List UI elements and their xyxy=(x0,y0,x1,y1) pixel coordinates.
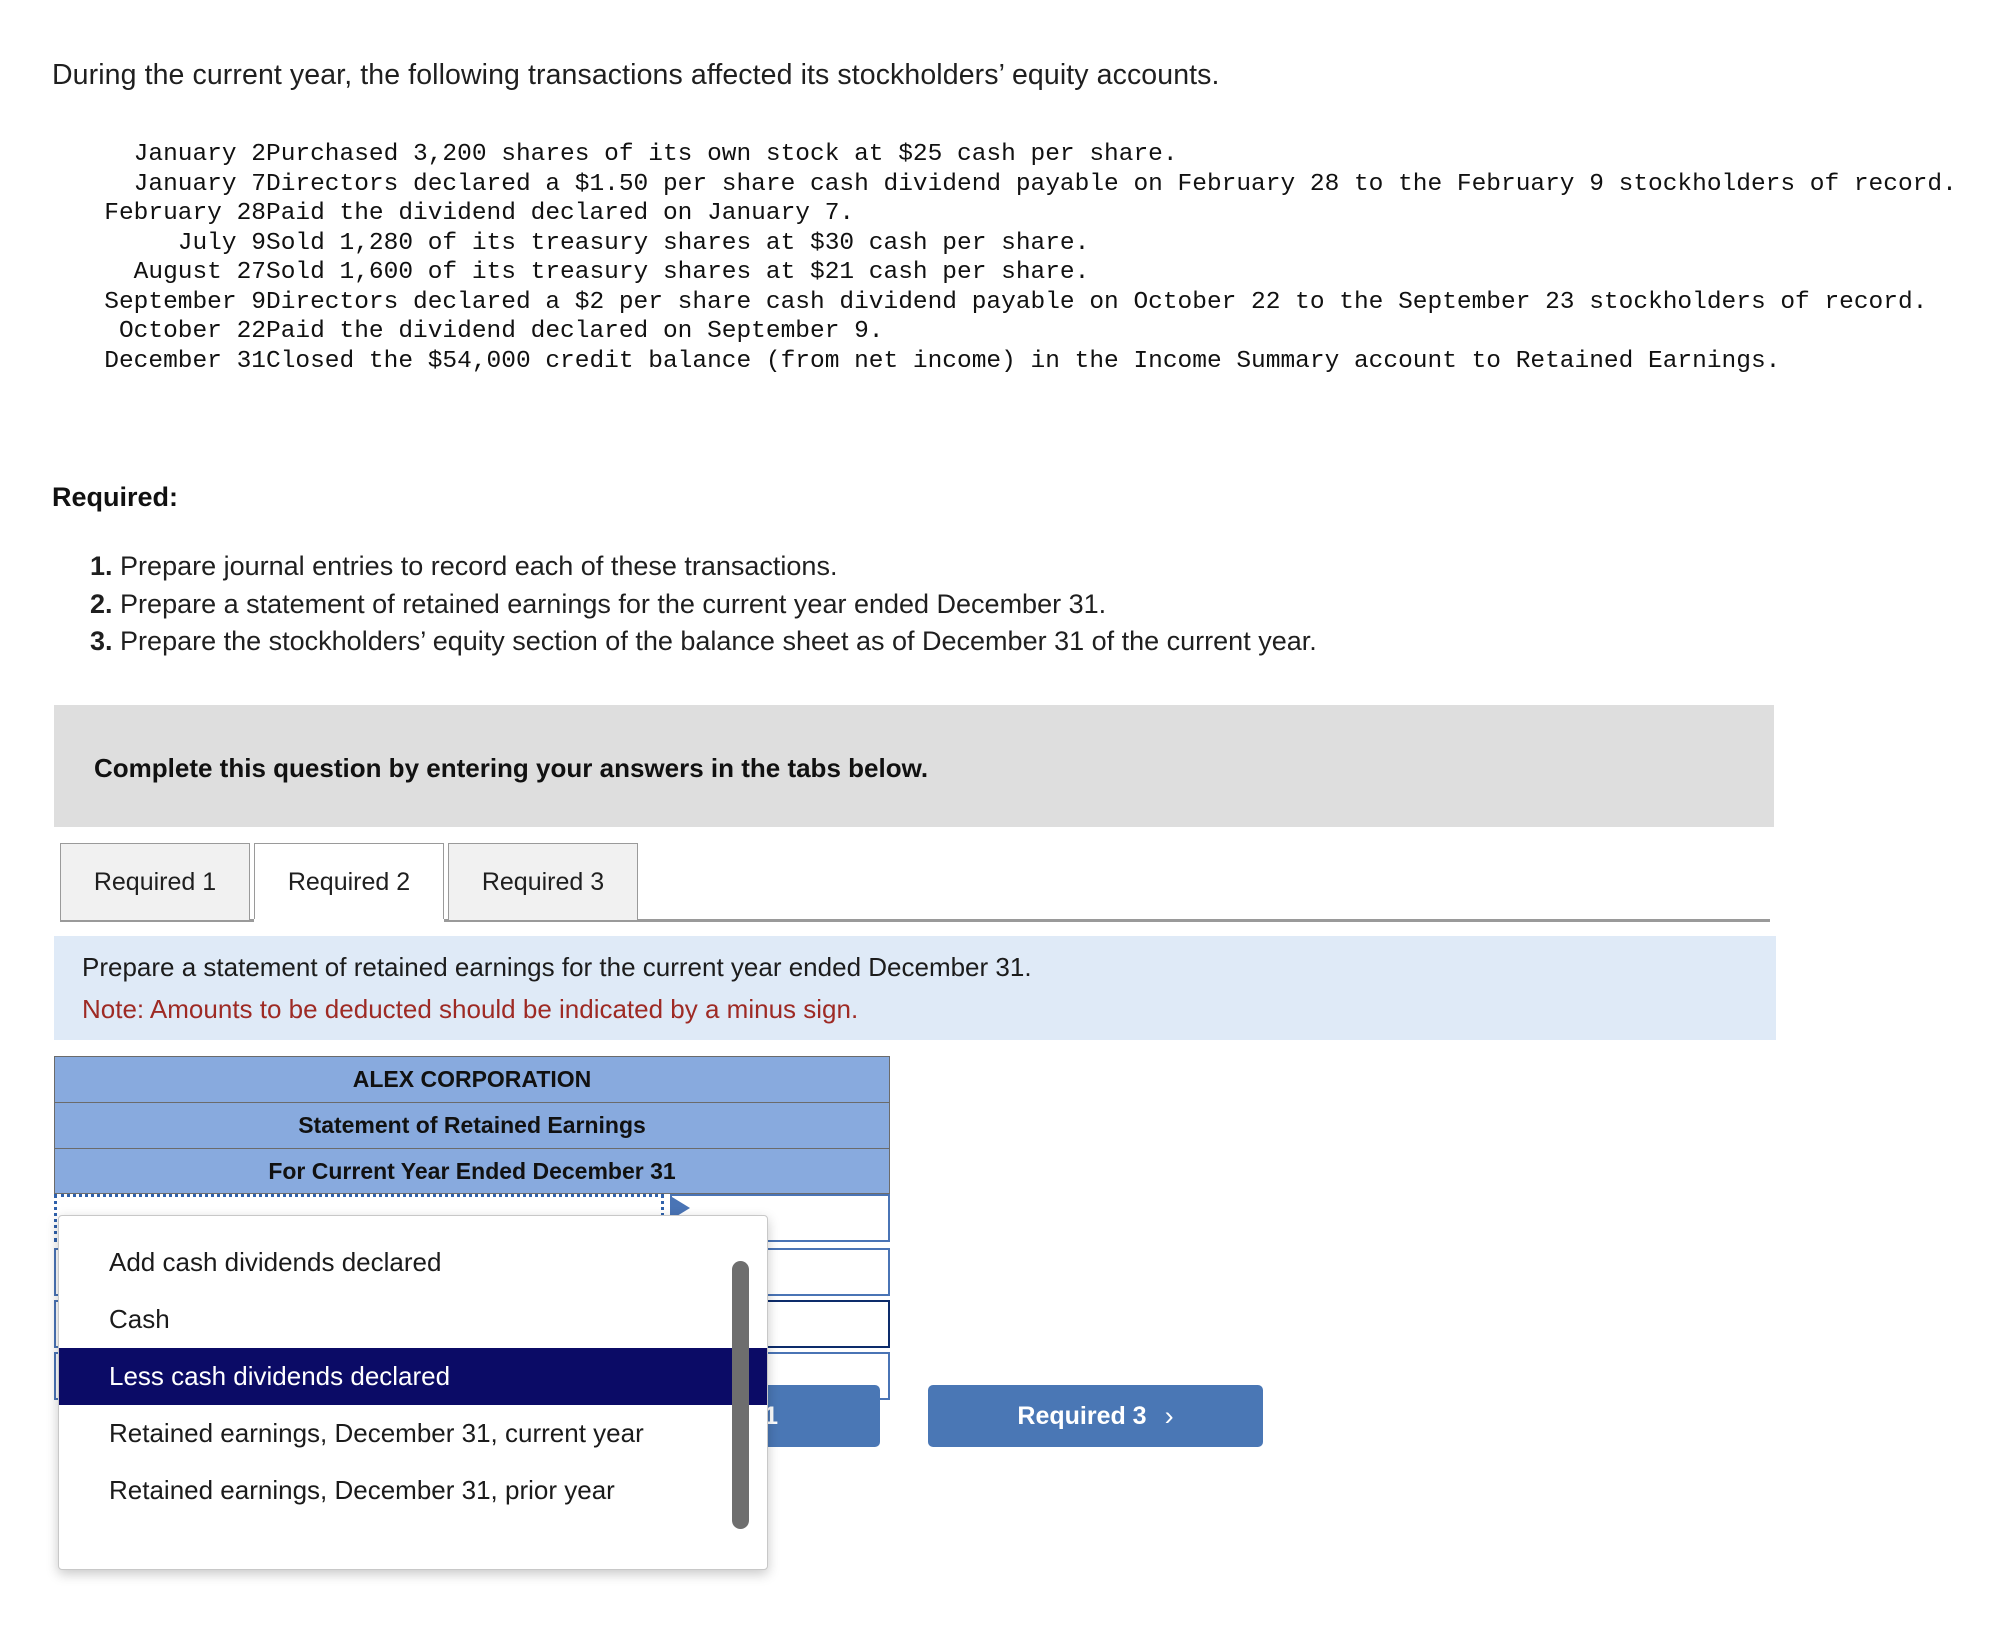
tab-required-1-label: Required 1 xyxy=(93,867,217,896)
instruction-text: Prepare a statement of retained earnings… xyxy=(82,952,1032,982)
active-tab-underline-mask xyxy=(254,919,444,922)
required-heading: Required: xyxy=(52,482,179,512)
complete-question-banner-text: Complete this question by entering your … xyxy=(94,753,929,783)
transaction-date: February 28 xyxy=(104,200,266,227)
transaction-description: Directors declared a $1.50 per share cas… xyxy=(266,170,1957,198)
transactions-table: January 2 Purchased 3,200 shares of its … xyxy=(48,140,1958,376)
transaction-date: September 9 xyxy=(104,288,266,316)
statement-title: Statement of Retained Earnings xyxy=(54,1102,890,1148)
tab-required-2[interactable]: Required 2 xyxy=(254,843,444,921)
required-list: 1. Prepare journal entries to record eac… xyxy=(90,548,1690,661)
table-row: February 28 Paid the dividend declared o… xyxy=(48,199,1958,229)
list-item-number: 1. xyxy=(90,551,113,581)
intro-text: During the current year, the following t… xyxy=(52,59,1220,91)
transaction-date: January 7 xyxy=(133,170,266,198)
tab-required-2-label: Required 2 xyxy=(287,867,411,896)
transaction-description: Sold 1,280 of its treasury shares at $30… xyxy=(266,229,1090,257)
dropdown-option-list: Add cash dividends declared Cash Less ca… xyxy=(59,1234,767,1519)
list-item-number: 3. xyxy=(90,626,113,656)
list-item: 2. Prepare a statement of retained earni… xyxy=(90,586,1690,624)
transaction-date: August 27 xyxy=(133,259,266,286)
dropdown-option-retained-earnings-prior-year[interactable]: Retained earnings, December 31, prior ye… xyxy=(59,1462,767,1519)
transaction-date: December 31 xyxy=(104,347,266,375)
list-item-label: Prepare the stockholders’ equity section… xyxy=(120,626,1317,656)
transaction-date: January 2 xyxy=(133,141,266,168)
dropdown-option-add-cash-dividends-declared[interactable]: Add cash dividends declared xyxy=(59,1234,767,1291)
table-row: January 7 Directors declared a $1.50 per… xyxy=(48,170,1958,200)
table-row: January 2 Purchased 3,200 shares of its … xyxy=(48,140,1958,170)
transaction-description: Sold 1,600 of its treasury shares at $21… xyxy=(266,259,1090,286)
tab-required-3[interactable]: Required 3 xyxy=(448,843,638,921)
table-row: October 22 Paid the dividend declared on… xyxy=(48,317,1958,347)
dropdown-scrollbar-thumb[interactable] xyxy=(732,1261,749,1529)
table-row: December 31 Closed the $54,000 credit ba… xyxy=(48,347,1958,377)
list-item: 1. Prepare journal entries to record eac… xyxy=(90,548,1690,586)
table-row: July 9 Sold 1,280 of its treasury shares… xyxy=(48,229,1958,259)
account-dropdown-menu[interactable]: Add cash dividends declared Cash Less ca… xyxy=(58,1215,768,1570)
instruction-panel: Prepare a statement of retained earnings… xyxy=(54,936,1776,1040)
statement-company-name: ALEX CORPORATION xyxy=(54,1056,890,1102)
transaction-description: Closed the $54,000 credit balance (from … xyxy=(266,347,1781,375)
tab-required-3-label: Required 3 xyxy=(481,867,605,896)
list-item-label: Prepare journal entries to record each o… xyxy=(120,551,838,581)
chevron-right-icon: › xyxy=(1164,1400,1174,1431)
transaction-description: Paid the dividend declared on January 7. xyxy=(266,200,855,227)
transaction-description: Purchased 3,200 shares of its own stock … xyxy=(266,141,1178,168)
dropdown-scrollbar[interactable] xyxy=(732,1261,749,1529)
dropdown-option-cash[interactable]: Cash xyxy=(59,1291,767,1348)
complete-question-banner: Complete this question by entering your … xyxy=(54,705,1774,827)
list-item-number: 2. xyxy=(90,588,113,619)
list-item: 3. Prepare the stockholders’ equity sect… xyxy=(90,623,1690,661)
transaction-description: Directors declared a $2 per share cash d… xyxy=(266,288,1928,316)
transaction-description: Paid the dividend declared on September … xyxy=(266,318,884,345)
next-required-3-button[interactable]: Required 3 › xyxy=(928,1385,1263,1447)
next-required-3-label: Required 3 xyxy=(1017,1401,1147,1430)
instruction-note: Note: Amounts to be deducted should be i… xyxy=(82,994,859,1024)
table-row: September 9 Directors declared a $2 per … xyxy=(48,288,1958,318)
list-item-label: Prepare a statement of retained earnings… xyxy=(120,588,1107,619)
dropdown-option-retained-earnings-current-year[interactable]: Retained earnings, December 31, current … xyxy=(59,1405,767,1462)
transaction-date: July 9 xyxy=(177,229,266,257)
question-page: During the current year, the following t… xyxy=(0,0,2016,1630)
dropdown-option-less-cash-dividends-declared[interactable]: Less cash dividends declared xyxy=(59,1348,767,1405)
retained-earnings-statement: ALEX CORPORATION Statement of Retained E… xyxy=(54,1056,890,1194)
table-row: August 27 Sold 1,600 of its treasury sha… xyxy=(48,258,1958,288)
statement-period: For Current Year Ended December 31 xyxy=(54,1148,890,1194)
tab-required-1[interactable]: Required 1 xyxy=(60,843,250,921)
tabstrip: Required 1 Required 2 Required 3 xyxy=(60,843,1770,921)
transaction-date: October 22 xyxy=(118,318,266,345)
